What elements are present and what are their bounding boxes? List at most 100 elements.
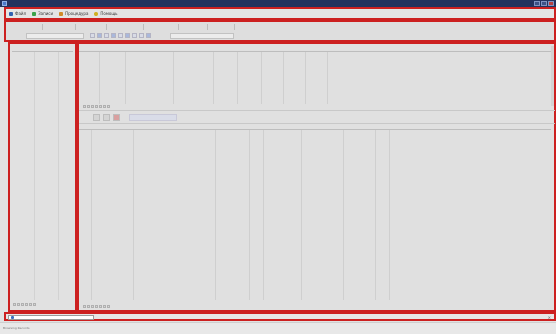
detail-col-divider xyxy=(301,130,302,300)
entries-icon xyxy=(32,11,37,16)
nav-first-button[interactable] xyxy=(83,105,86,108)
print-icon[interactable] xyxy=(118,33,123,38)
detail-toolbar xyxy=(79,110,555,124)
filter-input[interactable] xyxy=(26,33,84,39)
tab-6[interactable] xyxy=(180,24,208,30)
side-panel xyxy=(8,42,77,312)
nav-last-button[interactable] xyxy=(25,303,28,306)
filter-icon[interactable] xyxy=(97,33,102,38)
procedure-icon xyxy=(59,11,64,16)
master-col-divider xyxy=(305,52,306,104)
nav-add-button[interactable] xyxy=(29,303,32,306)
side-panel-header xyxy=(12,46,73,52)
side-col-divider xyxy=(58,52,59,300)
nav-delete-button[interactable] xyxy=(33,303,36,306)
first-record-icon[interactable] xyxy=(90,33,95,38)
menu-file-label: Файл xyxy=(15,11,27,16)
detail-col-divider xyxy=(263,130,264,300)
detail-grid-header xyxy=(79,124,551,130)
detail-col-divider xyxy=(343,130,344,300)
tab-1[interactable] xyxy=(9,24,43,30)
document-tab[interactable] xyxy=(8,315,94,320)
master-col-divider xyxy=(125,52,126,104)
nav-last-button[interactable] xyxy=(95,305,98,308)
file-icon xyxy=(9,11,13,16)
nav-next-button[interactable] xyxy=(91,105,94,108)
nav-next-button[interactable] xyxy=(91,305,94,308)
detail-col-divider xyxy=(389,130,390,300)
delete-icon[interactable] xyxy=(113,114,120,121)
title-bar xyxy=(0,0,556,7)
master-col-divider xyxy=(261,52,262,104)
filter-row xyxy=(6,32,554,41)
detail-col-divider xyxy=(249,130,250,300)
nav-last-button[interactable] xyxy=(95,105,98,108)
tab-2[interactable] xyxy=(44,24,76,30)
settings-icon[interactable] xyxy=(139,33,144,38)
master-col-divider xyxy=(173,52,174,104)
document-icon xyxy=(11,316,14,319)
detail-record-navigator xyxy=(83,304,110,309)
nav-add-button[interactable] xyxy=(99,305,102,308)
menu-procedure-label: Процедура xyxy=(65,11,89,16)
nav-add-button[interactable] xyxy=(99,105,102,108)
tab-7[interactable] xyxy=(209,24,235,30)
document-tab-strip: × xyxy=(4,312,556,321)
ribbon xyxy=(4,20,556,42)
master-col-divider xyxy=(283,52,284,104)
nav-delete-button[interactable] xyxy=(103,105,106,108)
menu-help-label: Помощь xyxy=(100,11,118,16)
main-content xyxy=(77,42,556,312)
master-scrollbar[interactable] xyxy=(551,46,554,106)
master-col-divider xyxy=(237,52,238,104)
close-window-button[interactable] xyxy=(548,1,554,6)
add-icon[interactable] xyxy=(93,114,100,121)
search-icon[interactable] xyxy=(146,33,151,38)
nav-first-button[interactable] xyxy=(83,305,86,308)
menu-entries[interactable]: Записи xyxy=(32,11,53,16)
menu-bar: Файл Записи Процедура Помощь xyxy=(4,7,556,20)
sort-icon[interactable] xyxy=(132,33,137,38)
tab-5[interactable] xyxy=(145,24,179,30)
menu-entries-label: Записи xyxy=(38,11,54,16)
minimize-button[interactable] xyxy=(534,1,540,6)
master-col-divider xyxy=(213,52,214,104)
menu-help[interactable]: Помощь xyxy=(94,11,117,16)
master-col-divider xyxy=(99,52,100,104)
detail-col-divider xyxy=(91,130,92,300)
side-col-divider xyxy=(34,52,35,300)
detail-col-divider xyxy=(375,130,376,300)
tab-3[interactable] xyxy=(77,24,107,30)
status-text: Browsing Records xyxy=(3,326,30,330)
detail-col-divider xyxy=(133,130,134,300)
side-record-navigator xyxy=(13,302,36,307)
detail-col-divider xyxy=(215,130,216,300)
search-input[interactable] xyxy=(170,33,234,39)
menu-procedure[interactable]: Процедура xyxy=(59,11,88,16)
export-icon[interactable] xyxy=(125,33,130,38)
detail-action-button[interactable] xyxy=(129,114,177,121)
help-icon xyxy=(94,11,99,16)
master-grid-header xyxy=(79,46,551,52)
window-controls xyxy=(534,1,554,6)
nav-prev-button[interactable] xyxy=(87,105,90,108)
edit-icon[interactable] xyxy=(103,114,110,121)
close-icon[interactable]: × xyxy=(548,315,551,320)
nav-edit-button[interactable] xyxy=(107,105,110,108)
nav-delete-button[interactable] xyxy=(103,305,106,308)
nav-prev-button[interactable] xyxy=(87,305,90,308)
app-icon xyxy=(2,1,7,6)
nav-edit-button[interactable] xyxy=(107,305,110,308)
nav-first-button[interactable] xyxy=(13,303,16,306)
tab-strip xyxy=(9,24,309,31)
status-bar: Browsing Records xyxy=(0,322,556,334)
maximize-button[interactable] xyxy=(541,1,547,6)
edit-icon[interactable] xyxy=(104,33,109,38)
nav-next-button[interactable] xyxy=(21,303,24,306)
tab-4[interactable] xyxy=(108,24,144,30)
refresh-icon[interactable] xyxy=(111,33,116,38)
master-record-navigator xyxy=(83,104,110,109)
nav-prev-button[interactable] xyxy=(17,303,20,306)
menu-file[interactable]: Файл xyxy=(9,11,26,16)
master-col-divider xyxy=(327,52,328,104)
